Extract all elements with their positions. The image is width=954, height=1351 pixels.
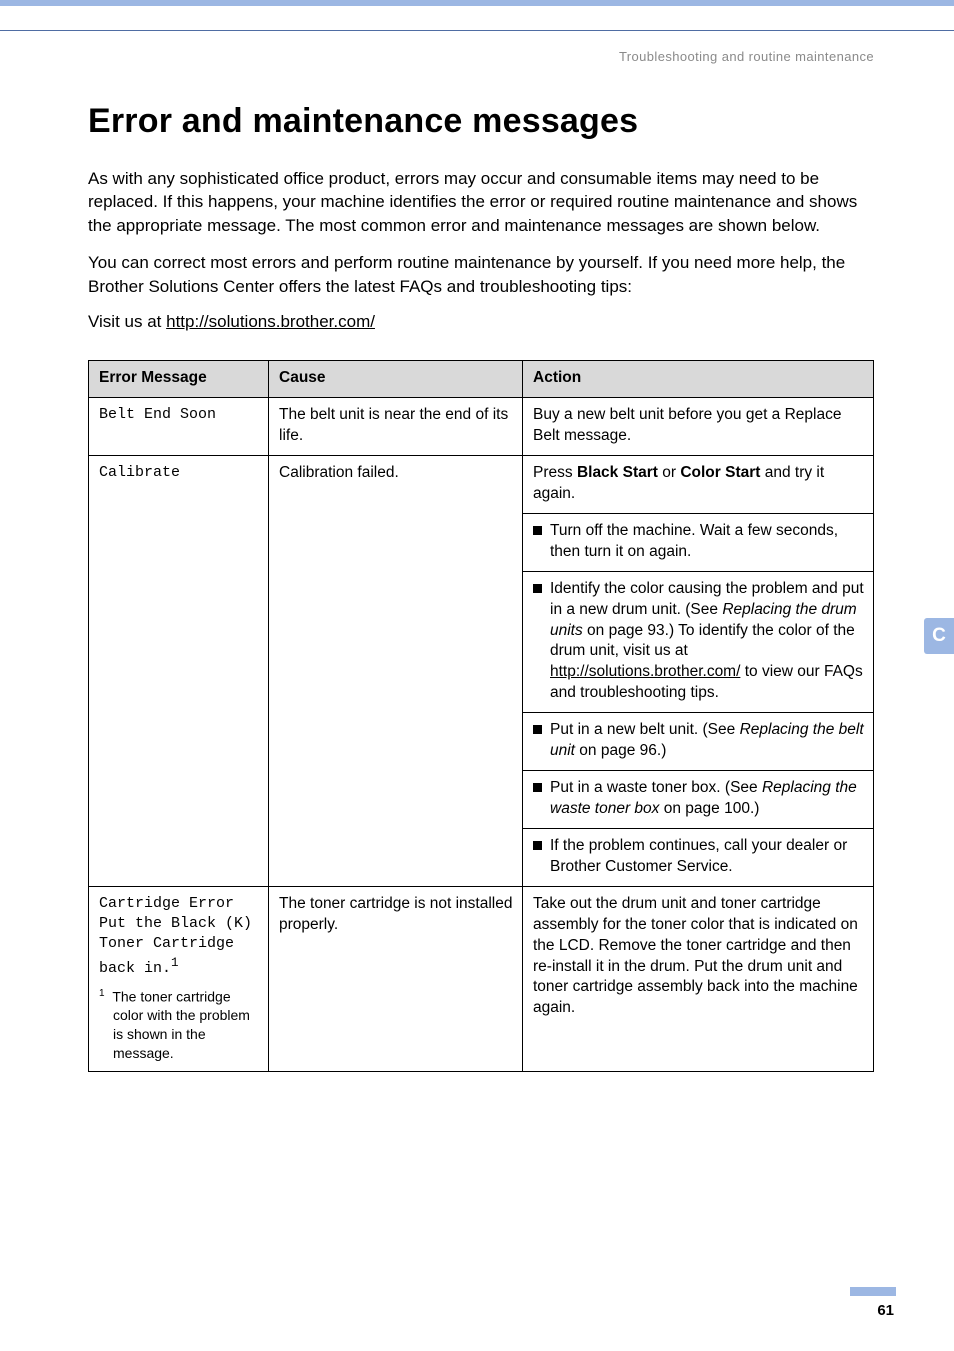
action-item: If the problem continues, call your deal… [523,829,873,886]
error-message-cell: Belt End Soon [89,398,269,456]
error-message-cell: Calibrate [89,456,269,887]
action-item: Identify the color causing the problem a… [523,572,873,714]
action-text: Identify the color causing the problem a… [550,579,865,705]
action-item: Turn off the machine. Wait a few seconds… [523,514,873,572]
action-text-pre: Put in a new belt unit. (See [550,721,740,738]
error-message-line: Cartridge Error [99,894,260,914]
action-link[interactable]: http://solutions.brother.com/ [550,663,740,680]
action-text-post: on page 100.) [659,800,759,817]
action-text-mid: on page 93.) To identify the color of th… [550,622,855,660]
error-message-cell: Cartridge Error Put the Black (K) Toner … [89,886,269,1071]
action-text: If the problem continues, call your deal… [550,836,865,878]
action-item: Put in a new belt unit. (See Replacing t… [523,713,873,771]
section-tab: C [924,618,954,654]
visit-link[interactable]: http://solutions.brother.com/ [166,312,375,331]
page-number-block: 61 [850,1287,896,1319]
header-action: Action [523,361,874,398]
intro-paragraph-2: You can correct most errors and perform … [88,251,874,298]
action-text-mid: or [658,464,680,481]
cause-cell: The toner cartridge is not installed pro… [269,886,523,1071]
breadcrumb: Troubleshooting and routine maintenance [88,49,874,64]
page-number: 61 [850,1302,896,1319]
footnote-text: The toner cartridge color with the probl… [112,988,250,1061]
table-row: Calibrate Calibration failed. Press Blac… [89,456,874,887]
page-title: Error and maintenance messages [88,102,874,141]
action-text: Put in a new belt unit. (See Replacing t… [550,720,865,762]
bullet-icon [533,725,542,734]
error-message-line: Put the Black (K) Toner Cartridge back i… [99,914,260,979]
table-row: Cartridge Error Put the Black (K) Toner … [89,886,874,1071]
action-cell: Take out the drum unit and toner cartrid… [523,886,874,1071]
table-header-row: Error Message Cause Action [89,361,874,398]
action-item: Press Black Start or Color Start and try… [523,456,873,514]
action-text-post: on page 96.) [575,742,666,759]
intro-paragraph-1: As with any sophisticated office product… [88,167,874,237]
footnote: 1 The toner cartridge color with the pro… [99,987,260,1063]
visit-prefix: Visit us at [88,312,166,331]
action-text-pre: Press [533,464,577,481]
bullet-icon [533,841,542,850]
action-text: Turn off the machine. Wait a few seconds… [550,521,865,563]
action-text-bold: Black Start [577,464,658,481]
action-cell: Buy a new belt unit before you get a Rep… [523,398,874,456]
page-number-bar [850,1287,896,1296]
table-row: Belt End Soon The belt unit is near the … [89,398,874,456]
bullet-icon [533,526,542,535]
footnote-ref: 1 [171,956,179,970]
footnote-marker: 1 [99,988,105,999]
action-text: Put in a waste toner box. (See Replacing… [550,778,865,820]
header-cause: Cause [269,361,523,398]
action-item: Put in a waste toner box. (See Replacing… [523,771,873,829]
bullet-icon [533,783,542,792]
visit-line: Visit us at http://solutions.brother.com… [88,312,874,332]
cause-cell: Calibration failed. [269,456,523,887]
action-text-bold: Color Start [680,464,760,481]
bullet-icon [533,584,542,593]
action-cell: Press Black Start or Color Start and try… [523,456,874,887]
cause-cell: The belt unit is near the end of its lif… [269,398,523,456]
error-table: Error Message Cause Action Belt End Soon… [88,360,874,1072]
action-text-pre: Put in a waste toner box. (See [550,779,762,796]
header-error-message: Error Message [89,361,269,398]
